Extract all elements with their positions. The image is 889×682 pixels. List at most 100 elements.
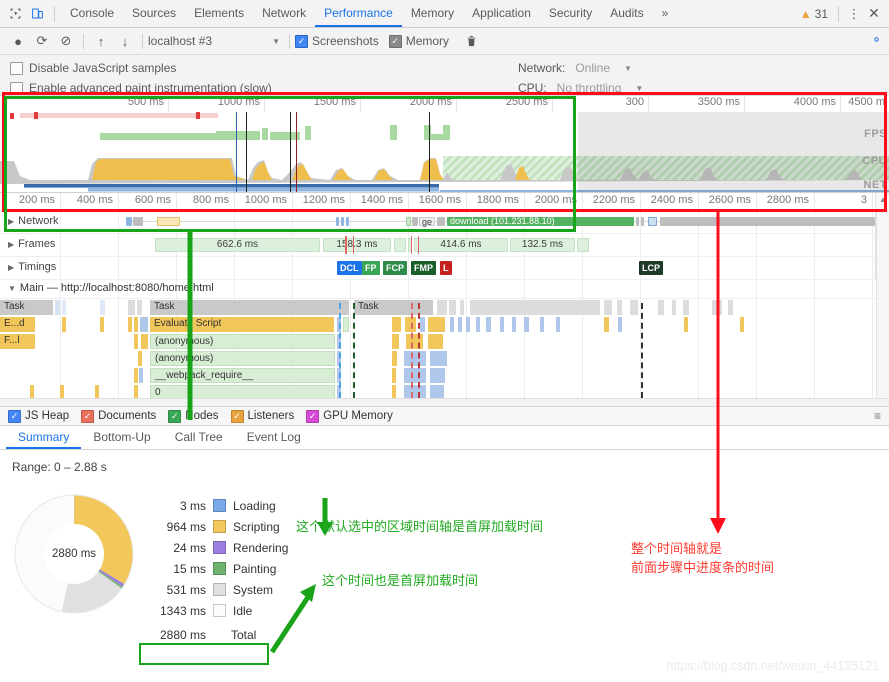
- reload-and-record-button[interactable]: ⟳: [30, 30, 54, 52]
- legend-label: Painting: [233, 561, 277, 576]
- ruler-tick: 800 ms: [192, 194, 229, 206]
- collect-garbage-icon[interactable]: [459, 30, 483, 52]
- overview-tick: 3500 ms: [697, 96, 740, 108]
- annotation-red-text: 整个时间轴就是 前面步骤中进度条的时间: [631, 542, 775, 576]
- donut-slice-rendering[interactable]: [98, 568, 125, 587]
- tab-console[interactable]: Console: [61, 0, 123, 27]
- ruler-tick: 1200 ms: [302, 194, 345, 206]
- summary-legend-row[interactable]: 24 ms Rendering: [140, 537, 288, 558]
- legend-swatch: [213, 604, 226, 617]
- screenshots-checkbox[interactable]: ✓ Screenshots: [295, 34, 379, 48]
- disable-js-samples-label: Disable JavaScript samples: [29, 61, 177, 75]
- legend-value: 1343 ms: [159, 603, 206, 618]
- tab-application[interactable]: Application: [463, 0, 540, 27]
- disable-js-samples-box: [10, 61, 23, 75]
- ruler-tick: 2200 ms: [592, 194, 635, 206]
- overview-tick: 2500 ms: [505, 96, 548, 108]
- warning-badge[interactable]: ▲ 31: [800, 7, 828, 21]
- memory-checkbox-box: ✓: [388, 34, 402, 48]
- clear-button[interactable]: ⊘: [54, 30, 78, 52]
- devtools-tab-strip: Console Sources Elements Network Perform…: [0, 0, 889, 28]
- tab-sources[interactable]: Sources: [123, 0, 185, 27]
- watermark: https://blog.csdn.net/weixin_44135121: [666, 659, 879, 673]
- chevron-down-icon-cpu: ▼: [635, 83, 644, 93]
- overview-label-cpu: CPU: [862, 155, 887, 167]
- timings-track-name[interactable]: ▶ Timings: [8, 261, 56, 273]
- enable-paint-box: [10, 81, 23, 95]
- capture-settings-pane: Disable JavaScript samples Enable advanc…: [0, 55, 889, 96]
- timeline-ruler: 200 ms 400 ms 600 ms 800 ms 1000 ms 1200…: [0, 193, 889, 211]
- legend-value: 15 ms: [173, 561, 206, 576]
- overview-tick: 500 ms: [127, 96, 164, 108]
- overview-tick: 4500 m: [848, 96, 885, 108]
- overview-label-fps: FPS: [864, 128, 887, 140]
- session-label: localhost #3: [148, 34, 213, 48]
- legend-value: 531 ms: [166, 582, 206, 597]
- screenshots-checkbox-box: ✓: [295, 34, 308, 48]
- close-icon[interactable]: ✕: [863, 5, 885, 22]
- ruler-tick: 200 ms: [18, 194, 55, 206]
- save-profile-icon[interactable]: ↓: [113, 30, 137, 52]
- network-throttling-select[interactable]: Network: Online ▼: [518, 61, 632, 75]
- expand-arrow-icon[interactable]: ▶: [8, 240, 14, 249]
- network-throttle-label: Network:: [518, 61, 566, 75]
- ruler-scroll-spacer: ▲: [875, 193, 889, 210]
- memory-checkbox[interactable]: ✓ Memory: [388, 34, 449, 48]
- session-select[interactable]: localhost #3 ▼: [148, 34, 284, 48]
- cpu-throttle-label: CPU:: [518, 81, 547, 95]
- total-value: 2880 ms: [159, 627, 206, 642]
- donut-slice-painting[interactable]: [97, 570, 123, 589]
- legend-label: Idle: [233, 603, 253, 618]
- record-button[interactable]: ●: [6, 30, 30, 52]
- frames-track-name[interactable]: ▶ Frames: [8, 238, 55, 250]
- tab-security[interactable]: Security: [540, 0, 601, 27]
- toolbar-divider-2: [142, 33, 143, 49]
- tab-network[interactable]: Network: [253, 0, 315, 27]
- overview-tick: 300: [625, 96, 644, 108]
- timeline-overview[interactable]: 500 ms 1000 ms 1500 ms 2000 ms 2500 ms 3…: [0, 96, 889, 193]
- enable-paint-instrumentation-checkbox[interactable]: Enable advanced paint instrumentation (s…: [10, 81, 272, 95]
- load-profile-icon[interactable]: ↑: [89, 30, 113, 52]
- warning-triangle-icon: ▲: [799, 6, 812, 21]
- overview-marker-l: [296, 112, 297, 192]
- legend-swatch: [213, 562, 226, 575]
- cpu-throttling-select[interactable]: CPU: No throttling ▼: [518, 81, 643, 95]
- toolbar-divider-3: [289, 33, 290, 49]
- overview-tick: 1500 ms: [313, 96, 356, 108]
- chevron-down-icon-network: ▼: [624, 63, 632, 73]
- ruler-tick: 1400 ms: [360, 194, 403, 206]
- ruler-tick: 600 ms: [134, 194, 171, 206]
- summary-legend-row[interactable]: 15 ms Painting: [140, 558, 288, 579]
- annotation-green-text-1: 这个默认选中的区域时间轴是首屏加载时间: [296, 520, 544, 535]
- annotation-green-text-2: 这个时间也是首屏加载时间: [322, 574, 479, 589]
- overview-tick: 1000 ms: [217, 96, 260, 108]
- expand-arrow-icon[interactable]: ▶: [8, 263, 14, 272]
- capture-settings-gear-icon[interactable]: [870, 33, 883, 49]
- ruler-tick: 3: [860, 194, 867, 206]
- tab-audits[interactable]: Audits: [601, 0, 652, 27]
- device-toolbar-icon[interactable]: [26, 3, 48, 25]
- ruler-tick: 400 ms: [76, 194, 113, 206]
- ruler-tick: 2800 ms: [766, 194, 809, 206]
- tab-elements[interactable]: Elements: [185, 0, 253, 27]
- ruler-tick: 2600 ms: [708, 194, 751, 206]
- overview-marker-start: [2, 112, 3, 192]
- overview-dim-right: [578, 112, 889, 192]
- screenshots-label: Screenshots: [312, 34, 379, 48]
- disable-js-samples-checkbox[interactable]: Disable JavaScript samples: [10, 61, 176, 75]
- expand-arrow-icon[interactable]: ▶: [8, 217, 14, 226]
- ruler-tick: 1600 ms: [418, 194, 461, 206]
- tab-memory[interactable]: Memory: [402, 0, 463, 27]
- more-options-icon[interactable]: ⋮: [845, 6, 863, 22]
- overview-tick: 4000 ms: [793, 96, 836, 108]
- network-track-name[interactable]: ▶ Network: [8, 215, 59, 227]
- overview-marker-fcp: [290, 112, 291, 192]
- chevron-down-icon: ▼: [272, 36, 280, 46]
- toolbar-divider-1: [83, 33, 84, 49]
- legend-label: Rendering: [233, 540, 289, 555]
- inspect-icon[interactable]: [4, 3, 26, 25]
- tab-more-button[interactable]: »: [653, 0, 678, 27]
- legend-swatch: [213, 583, 226, 596]
- legend-swatch: [213, 541, 226, 554]
- tab-performance[interactable]: Performance: [315, 0, 402, 27]
